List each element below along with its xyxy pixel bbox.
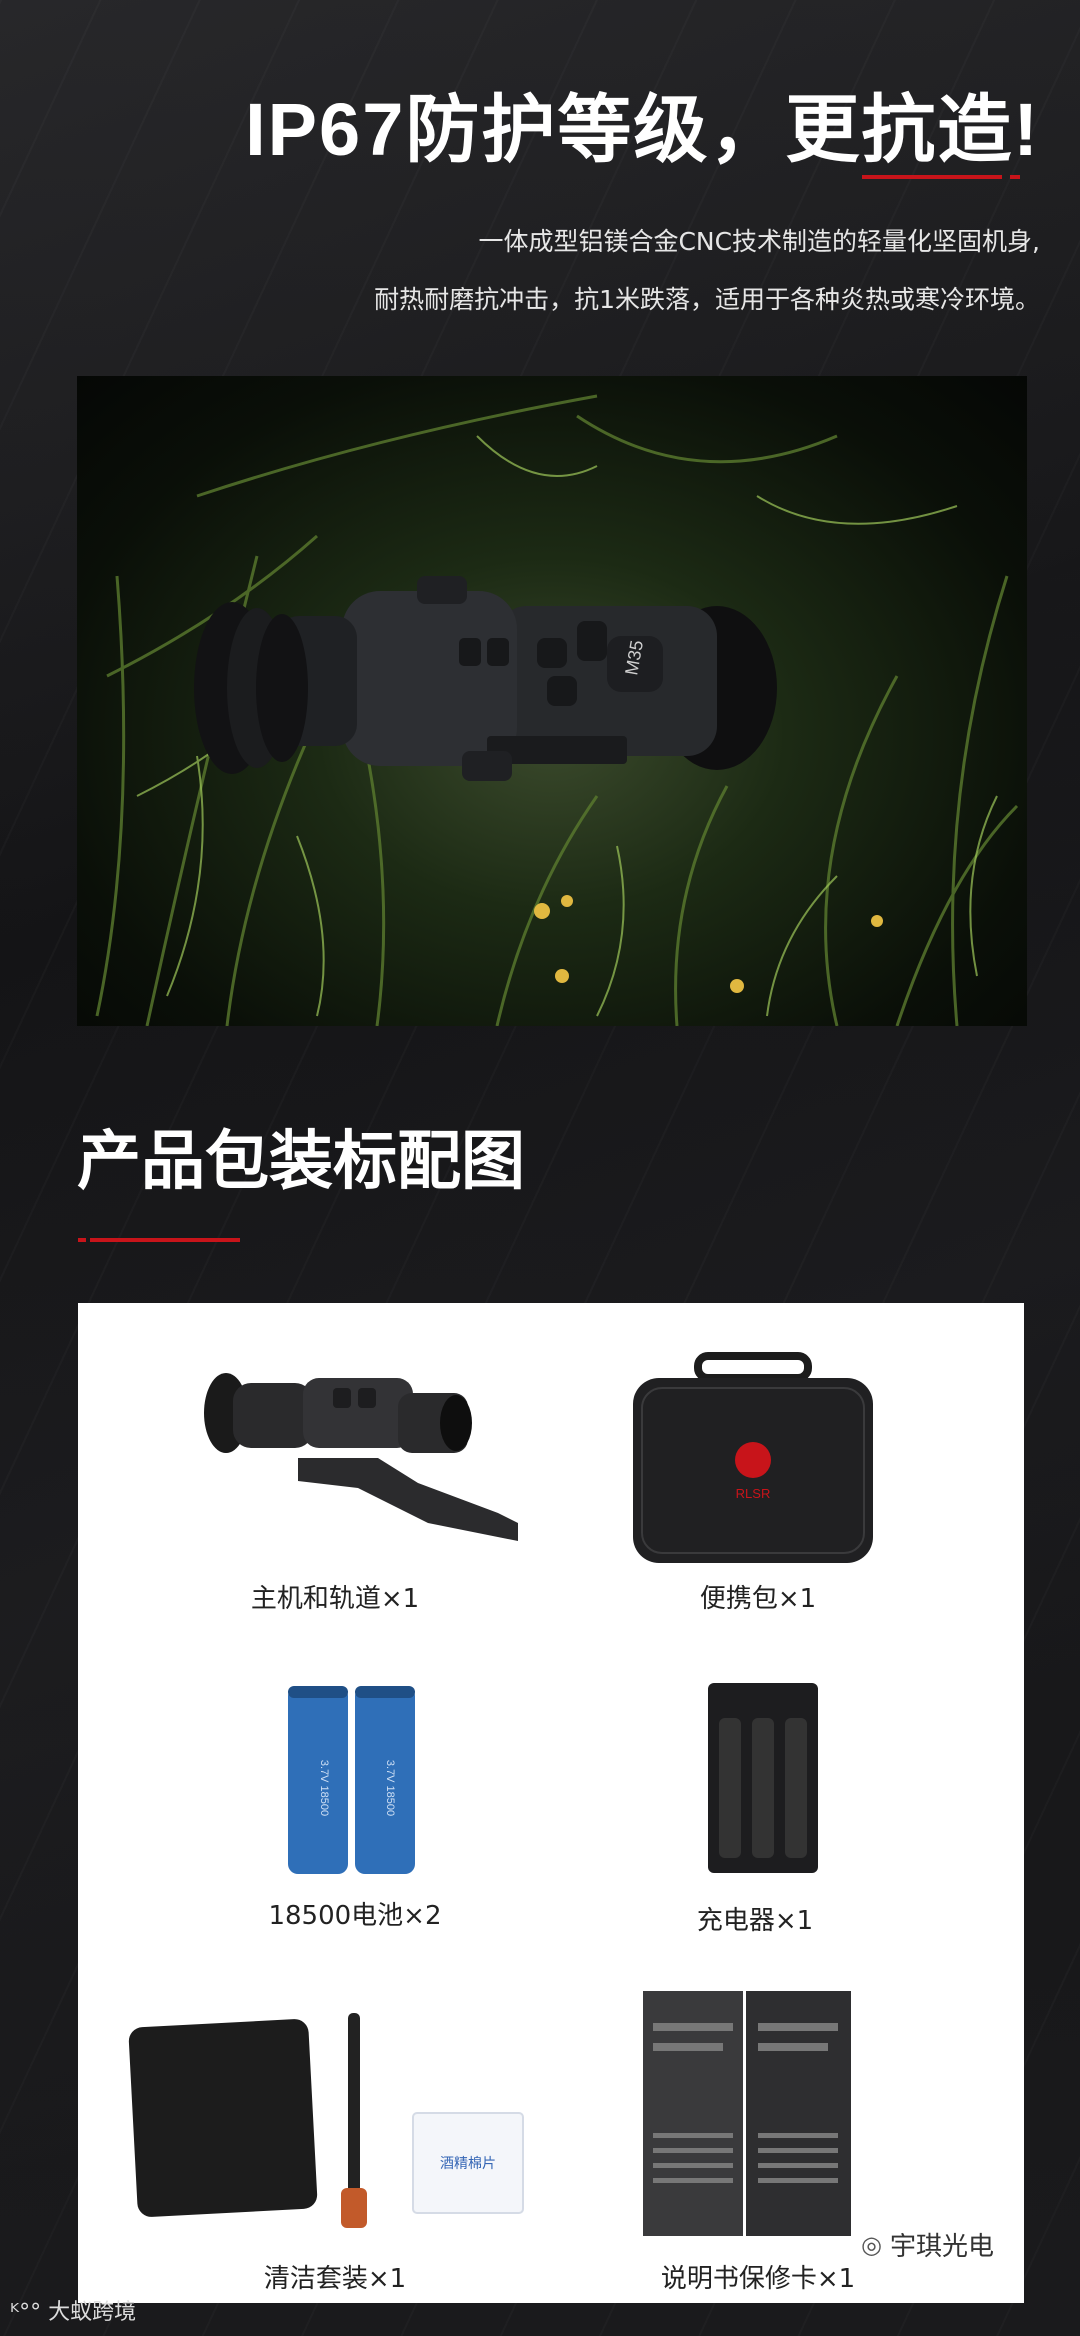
title-underline bbox=[862, 175, 1002, 179]
carry-case-image: RLSR bbox=[633, 1352, 873, 1563]
manual-warranty-image bbox=[643, 1991, 851, 2236]
batteries-image: 3.7V 18500 3.7V 18500 bbox=[288, 1686, 415, 1874]
case-brand: RLSR bbox=[736, 1486, 771, 1501]
section-title: 产品包装标配图 bbox=[77, 1125, 525, 1199]
cleaning-kit-image: 酒精棉片 bbox=[128, 2013, 524, 2228]
alcohol-wipe-label: 酒精棉片 bbox=[440, 2155, 496, 2172]
section-underline-dot bbox=[78, 1238, 86, 1242]
watermark-logo-icon: ᴷ°° bbox=[10, 2300, 42, 2325]
battery-print-2: 3.7V 18500 bbox=[384, 1760, 396, 1816]
hero-description-line-2: 耐热耐磨抗冲击，抗1米跌落，适用于各种炎热或寒冷环境。 bbox=[374, 285, 1040, 314]
item-label-scope-rail: 主机和轨道×1 bbox=[250, 1584, 420, 1614]
accessory-panel: RLSR 3.7V 18500 3.7V 18500 酒精棉片 主机和轨道×1 … bbox=[78, 1303, 1024, 2303]
title-underline-dot bbox=[1010, 175, 1020, 179]
scope-with-rail-image bbox=[204, 1373, 518, 1541]
item-label-cleaning-kit: 清洁套装×1 bbox=[263, 2264, 407, 2294]
watermark-right: ◎ 宇琪光电 bbox=[861, 2226, 994, 2263]
watermark-left: ᴷ°° 大蚁跨境 bbox=[10, 2294, 136, 2326]
section-underline bbox=[90, 1238, 240, 1242]
charger-image bbox=[708, 1683, 818, 1873]
hero-description-line-1: 一体成型铝镁合金CNC技术制造的轻量化坚固机身, bbox=[478, 227, 1040, 256]
item-label-manual-card: 说明书保修卡×1 bbox=[660, 2264, 856, 2294]
item-label-batteries: 18500电池×2 bbox=[268, 1901, 442, 1931]
item-label-case: 便携包×1 bbox=[699, 1584, 817, 1614]
battery-print-1: 3.7V 18500 bbox=[318, 1760, 330, 1816]
item-label-charger: 充电器×1 bbox=[696, 1906, 814, 1936]
wechat-icon: ◎ bbox=[861, 2230, 882, 2259]
watermark-left-text: 大蚁跨境 bbox=[48, 2300, 137, 2325]
watermark-right-text: 宇琪光电 bbox=[889, 2232, 994, 2262]
product-photo: M35 bbox=[77, 376, 1027, 1026]
hero-title: IP67防护等级，更抗造! bbox=[245, 88, 1040, 171]
